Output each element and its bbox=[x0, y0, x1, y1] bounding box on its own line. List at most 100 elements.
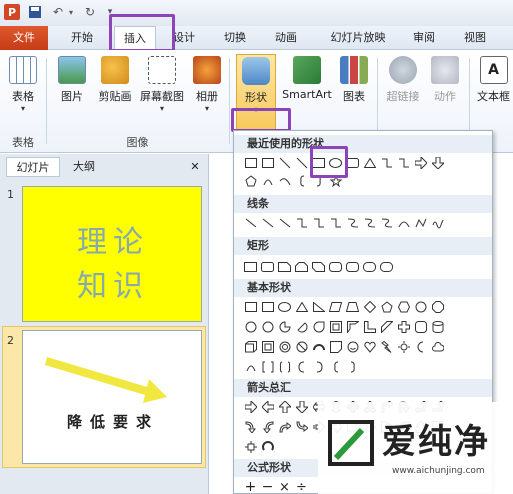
arc-shape-icon[interactable] bbox=[260, 174, 275, 188]
triangle-shape-icon[interactable] bbox=[362, 156, 377, 170]
screenshot-button[interactable]: 屏幕截图 ▾ bbox=[137, 54, 187, 134]
round-corner-rectangle-icon[interactable] bbox=[362, 260, 377, 274]
tab-home[interactable]: 开始 bbox=[62, 26, 102, 50]
left-arrow-shape-icon[interactable] bbox=[260, 400, 275, 414]
snip-corner-rectangle-icon[interactable] bbox=[277, 260, 292, 274]
can-shape-icon[interactable] bbox=[430, 320, 445, 334]
right-arrow-shape-icon[interactable] bbox=[243, 400, 258, 414]
decagon-shape-icon[interactable] bbox=[243, 320, 258, 334]
vertical-textbox-shape-icon[interactable] bbox=[260, 156, 275, 170]
freeform-icon[interactable] bbox=[413, 216, 428, 230]
right-triangle-shape-icon[interactable] bbox=[311, 300, 326, 314]
parallelogram-shape-icon[interactable] bbox=[328, 300, 343, 314]
diagonal-stripe-shape-icon[interactable] bbox=[379, 320, 394, 334]
tab-animations[interactable]: 动画 bbox=[266, 26, 306, 50]
bevel-shape-icon[interactable] bbox=[260, 340, 275, 354]
hexagon-shape-icon[interactable] bbox=[396, 300, 411, 314]
elbow-connector-icon[interactable] bbox=[294, 216, 309, 230]
vertical-textbox-shape-icon[interactable] bbox=[260, 300, 275, 314]
double-bracket-icon[interactable] bbox=[260, 360, 275, 374]
cross-shape-icon[interactable] bbox=[396, 320, 411, 334]
left-brace-icon[interactable] bbox=[294, 174, 309, 188]
curved-left-arrow-icon[interactable] bbox=[260, 420, 275, 434]
up-arrow-shape-icon[interactable] bbox=[277, 400, 292, 414]
hyperlink-button[interactable]: 超链接 bbox=[382, 54, 424, 134]
teardrop-shape-icon[interactable] bbox=[311, 320, 326, 334]
redo-icon[interactable]: ↻ bbox=[82, 4, 98, 20]
down-arrow-shape-icon[interactable] bbox=[294, 400, 309, 414]
textbox-button[interactable]: A 文本框 bbox=[474, 54, 513, 134]
curved-up-arrow-icon[interactable] bbox=[277, 420, 292, 434]
dodecagon-shape-icon[interactable] bbox=[260, 320, 275, 334]
right-brace-icon[interactable] bbox=[345, 360, 360, 374]
right-arrow-shape-icon[interactable] bbox=[413, 156, 428, 170]
elbow-arrow-icon[interactable] bbox=[311, 216, 326, 230]
heptagon-shape-icon[interactable] bbox=[413, 300, 428, 314]
quad-arrow-callout-icon[interactable] bbox=[243, 440, 258, 454]
slide-thumbnail-1[interactable]: 理论 知识 bbox=[22, 186, 202, 322]
album-button[interactable]: 相册 ▾ bbox=[190, 54, 224, 134]
snip-round-rectangle-icon[interactable] bbox=[328, 260, 343, 274]
frame-shape-icon[interactable] bbox=[328, 320, 343, 334]
pentagon-shape-icon[interactable] bbox=[379, 300, 394, 314]
action-button[interactable]: 动作 bbox=[426, 54, 464, 134]
left-brace-icon[interactable] bbox=[328, 360, 343, 374]
round-corner-rectangle-icon[interactable] bbox=[345, 260, 360, 274]
no-symbol-shape-icon[interactable] bbox=[294, 340, 309, 354]
half-frame-shape-icon[interactable] bbox=[345, 320, 360, 334]
scribble-icon[interactable] bbox=[430, 216, 445, 230]
l-shape-icon[interactable] bbox=[362, 320, 377, 334]
round-corner-rectangle-icon[interactable] bbox=[379, 260, 394, 274]
cloud-shape-icon[interactable] bbox=[430, 340, 445, 354]
curved-double-arrow-icon[interactable] bbox=[379, 216, 394, 230]
moon-shape-icon[interactable] bbox=[413, 340, 428, 354]
close-panel-icon[interactable]: ✕ bbox=[186, 157, 204, 177]
smiley-face-icon[interactable] bbox=[345, 340, 360, 354]
slide-thumbnail-2[interactable]: 降低要求 bbox=[22, 330, 202, 464]
rectangle-shape-icon[interactable] bbox=[243, 260, 258, 274]
cube-shape-icon[interactable] bbox=[243, 340, 258, 354]
pie-shape-icon[interactable] bbox=[277, 320, 292, 334]
left-bracket-icon[interactable] bbox=[294, 360, 309, 374]
curved-right-arrow-icon[interactable] bbox=[243, 420, 258, 434]
curve-line-icon[interactable] bbox=[396, 216, 411, 230]
snip-corner-rectangle-icon[interactable] bbox=[311, 260, 326, 274]
right-bracket-icon[interactable] bbox=[311, 360, 326, 374]
tab-review[interactable]: 审阅 bbox=[404, 26, 444, 50]
trapezoid-shape-icon[interactable] bbox=[345, 300, 360, 314]
tab-slides[interactable]: 幻灯片 bbox=[6, 157, 60, 177]
undo-dropdown-icon[interactable]: ▾ bbox=[66, 4, 76, 20]
undo-icon[interactable]: ↶ bbox=[50, 4, 66, 20]
line-shape-icon[interactable] bbox=[294, 156, 309, 170]
block-arc-shape-icon[interactable] bbox=[311, 340, 326, 354]
minus-shape-icon[interactable]: − bbox=[260, 479, 275, 494]
elbow-double-arrow-icon[interactable] bbox=[328, 216, 343, 230]
double-arrow-line-icon[interactable] bbox=[277, 216, 292, 230]
curve-shape-icon[interactable] bbox=[277, 174, 292, 188]
elbow-arrow-icon[interactable] bbox=[396, 156, 411, 170]
tab-outline[interactable]: 大纲 bbox=[62, 157, 106, 177]
heart-shape-icon[interactable] bbox=[362, 340, 377, 354]
curved-down-arrow-icon[interactable] bbox=[294, 420, 309, 434]
tab-file[interactable]: 文件 bbox=[0, 26, 48, 50]
multiply-shape-icon[interactable]: × bbox=[277, 480, 292, 494]
plus-shape-icon[interactable]: + bbox=[243, 479, 258, 494]
pentagon-shape-icon[interactable] bbox=[243, 174, 258, 188]
triangle-shape-icon[interactable] bbox=[294, 300, 309, 314]
octagon-shape-icon[interactable] bbox=[430, 300, 445, 314]
curved-connector-icon[interactable] bbox=[345, 216, 360, 230]
donut-shape-icon[interactable] bbox=[277, 340, 292, 354]
line-shape-icon[interactable] bbox=[243, 216, 258, 230]
curved-arrow-icon[interactable] bbox=[362, 216, 377, 230]
save-icon[interactable] bbox=[27, 4, 43, 20]
clipart-button[interactable]: 剪贴画 bbox=[94, 54, 136, 134]
double-brace-icon[interactable] bbox=[277, 360, 292, 374]
snip-corner-rectangle-icon[interactable] bbox=[294, 260, 309, 274]
sun-shape-icon[interactable] bbox=[396, 340, 411, 354]
table-button[interactable]: 表格 ▾ bbox=[5, 54, 41, 134]
rounded-rectangle-shape-icon[interactable] bbox=[260, 260, 275, 274]
diamond-shape-icon[interactable] bbox=[362, 300, 377, 314]
folded-corner-shape-icon[interactable] bbox=[328, 340, 343, 354]
oval-shape-icon[interactable] bbox=[277, 300, 292, 314]
textbox-shape-icon[interactable] bbox=[243, 156, 258, 170]
